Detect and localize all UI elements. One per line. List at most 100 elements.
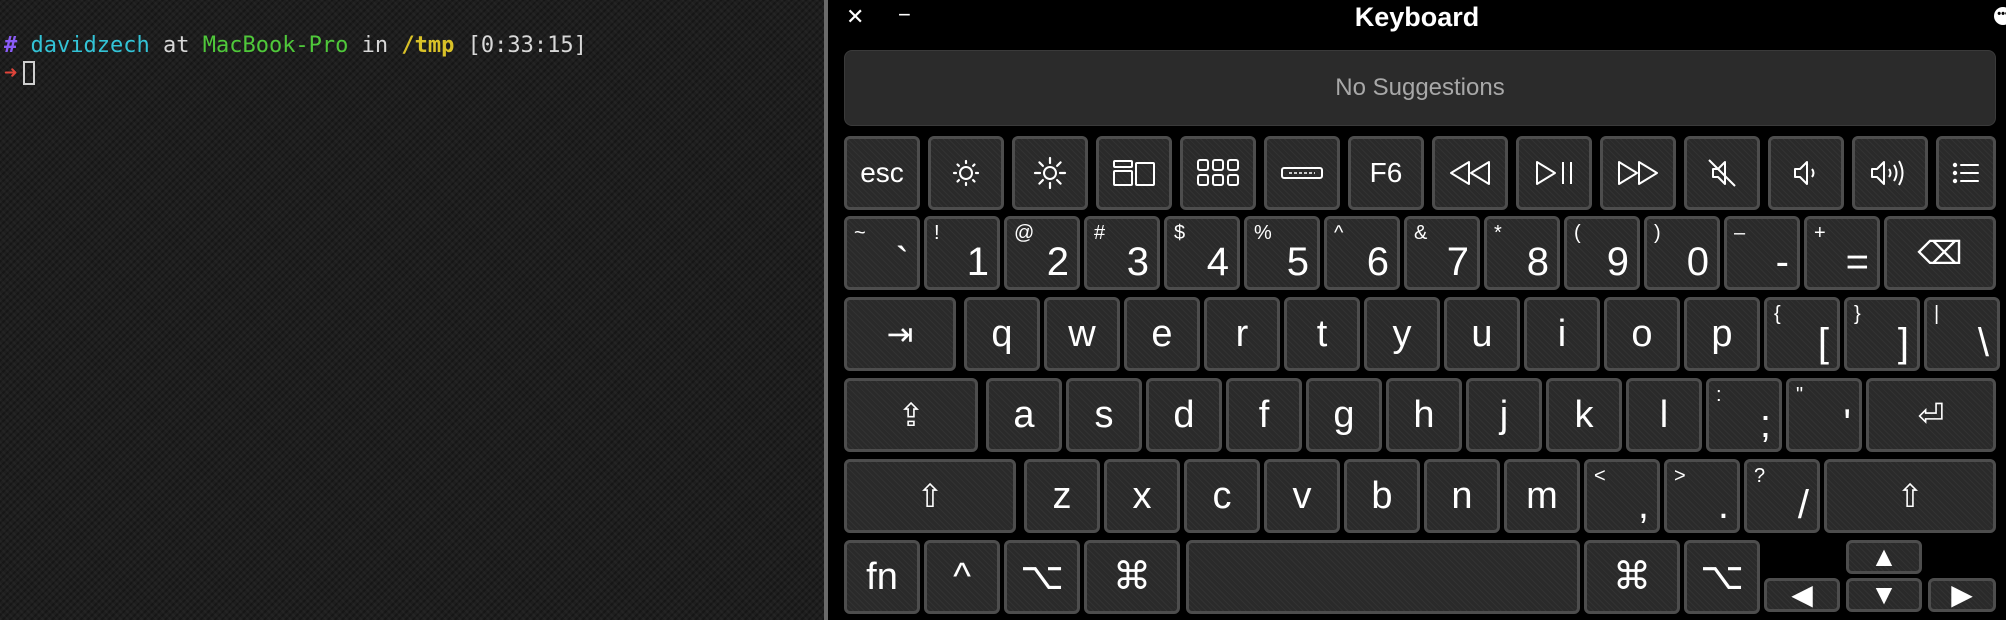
prompt-user: davidzech (30, 33, 150, 58)
key-label: c (1212, 475, 1232, 517)
rewind-key[interactable] (1432, 136, 1508, 210)
return-key[interactable]: ⏎ (1866, 378, 1996, 452)
prompt-hash: # (4, 33, 18, 58)
key-o[interactable]: o (1604, 297, 1680, 371)
key-quote[interactable]: " ' (1786, 378, 1862, 452)
caps-lock-key[interactable]: ⇪ (844, 378, 978, 452)
key-v[interactable]: v (1264, 459, 1340, 533)
key-l[interactable]: l (1626, 378, 1702, 452)
key-s[interactable]: s (1066, 378, 1142, 452)
key-k[interactable]: k (1546, 378, 1622, 452)
key-main-label: 1 (966, 240, 989, 284)
control-key[interactable]: ^ (924, 540, 1000, 614)
key-t[interactable]: t (1284, 297, 1360, 371)
left-command-key[interactable]: ⌘ (1084, 540, 1180, 614)
list-key[interactable] (1936, 136, 1996, 210)
esc-key[interactable]: esc (844, 136, 920, 210)
key-semicolon[interactable]: :; (1706, 378, 1782, 452)
mission-control-key[interactable] (1096, 136, 1172, 210)
right-option-key[interactable]: ⌥ (1684, 540, 1760, 614)
key-r[interactable]: r (1204, 297, 1280, 371)
more-options-button[interactable]: ••• (1994, 7, 2006, 25)
fast-forward-key[interactable] (1600, 136, 1676, 210)
key-e[interactable]: e (1124, 297, 1200, 371)
key-label: l (1659, 394, 1669, 436)
key-c[interactable]: c (1184, 459, 1260, 533)
key-main-label: . (1717, 483, 1729, 527)
key-x[interactable]: x (1104, 459, 1180, 533)
mute-icon (1687, 156, 1757, 190)
arrow-up-key[interactable]: ▲ (1846, 540, 1922, 574)
volume-down-key[interactable] (1768, 136, 1844, 210)
key-f[interactable]: f (1226, 378, 1302, 452)
key-y[interactable]: y (1364, 297, 1440, 371)
key-0[interactable]: ) 0 (1644, 216, 1720, 290)
key-9[interactable]: (9 (1564, 216, 1640, 290)
key-main-label: \ (1977, 321, 1989, 365)
key-w[interactable]: w (1044, 297, 1120, 371)
key-backslash[interactable]: | \ (1924, 297, 2000, 371)
key-1[interactable]: ! 1 (924, 216, 1000, 290)
key-b[interactable]: b (1344, 459, 1420, 533)
key-2[interactable]: @2 (1004, 216, 1080, 290)
key-u[interactable]: u (1444, 297, 1520, 371)
key-4[interactable]: $4 (1164, 216, 1240, 290)
tab-key[interactable]: ⇥ (844, 297, 956, 371)
arrow-right-key[interactable]: ▶ (1928, 578, 1996, 612)
left-option-key[interactable]: ⌥ (1004, 540, 1080, 614)
key-i[interactable]: i (1524, 297, 1600, 371)
caps-lock-icon: ⇪ (897, 397, 925, 433)
key-label: f (1258, 394, 1270, 436)
key-close-bracket[interactable]: }] (1844, 297, 1920, 371)
terminal-window[interactable]: # davidzech at MacBook-Pro in /tmp [0:33… (0, 0, 824, 620)
key-slash[interactable]: ? / (1744, 459, 1820, 533)
right-command-key[interactable]: ⌘ (1584, 540, 1680, 614)
key-5[interactable]: % 5 (1244, 216, 1320, 290)
left-shift-key[interactable]: ⇧ (844, 459, 1016, 533)
arrow-left-key[interactable]: ◀ (1764, 578, 1840, 612)
fn-key[interactable]: fn (844, 540, 920, 614)
key-3[interactable]: #3 (1084, 216, 1160, 290)
key-z[interactable]: z (1024, 459, 1100, 533)
input-line[interactable]: ➜ (4, 60, 36, 88)
key-label: n (1451, 475, 1473, 517)
key-label: j (1499, 394, 1509, 436)
right-shift-key[interactable]: ⇧ (1824, 459, 1996, 533)
keyboard-light-key[interactable] (1264, 136, 1340, 210)
key-comma[interactable]: <, (1584, 459, 1660, 533)
play-pause-key[interactable] (1516, 136, 1592, 210)
arrow-down-key[interactable]: ▼ (1846, 578, 1922, 612)
key--[interactable]: – - (1724, 216, 1800, 290)
brightness-down-key[interactable] (928, 136, 1004, 210)
mute-key[interactable] (1684, 136, 1760, 210)
key-8[interactable]: * 8 (1484, 216, 1560, 290)
prompt-time: [0:33:15] (467, 33, 587, 58)
key-`[interactable]: ~ ` (844, 216, 920, 290)
key-q[interactable]: q (964, 297, 1040, 371)
key-shift-label: " (1796, 384, 1804, 406)
key-label: g (1333, 394, 1355, 436)
volume-up-icon (1855, 156, 1925, 190)
key-d[interactable]: d (1146, 378, 1222, 452)
space-bar[interactable] (1186, 540, 1580, 614)
key-7[interactable]: & 7 (1404, 216, 1480, 290)
arrow-up-icon: ▲ (1870, 541, 1898, 572)
key-p[interactable]: p (1684, 297, 1760, 371)
volume-up-key[interactable] (1852, 136, 1928, 210)
key-6[interactable]: ^ 6 (1324, 216, 1400, 290)
f6-key[interactable]: F6 (1348, 136, 1424, 210)
key-g[interactable]: g (1306, 378, 1382, 452)
key-m[interactable]: m (1504, 459, 1580, 533)
key-shift-label: – (1734, 222, 1746, 244)
key-j[interactable]: j (1466, 378, 1542, 452)
brightness-up-key[interactable] (1012, 136, 1088, 210)
delete-key[interactable]: ⌫ (1884, 216, 1996, 290)
key-a[interactable]: a (986, 378, 1062, 452)
key-=[interactable]: + = (1804, 216, 1880, 290)
brightness-up-icon (1015, 156, 1085, 190)
key-period[interactable]: >. (1664, 459, 1740, 533)
key-open-bracket[interactable]: {[ (1764, 297, 1840, 371)
launchpad-key[interactable] (1180, 136, 1256, 210)
key-n[interactable]: n (1424, 459, 1500, 533)
key-h[interactable]: h (1386, 378, 1462, 452)
